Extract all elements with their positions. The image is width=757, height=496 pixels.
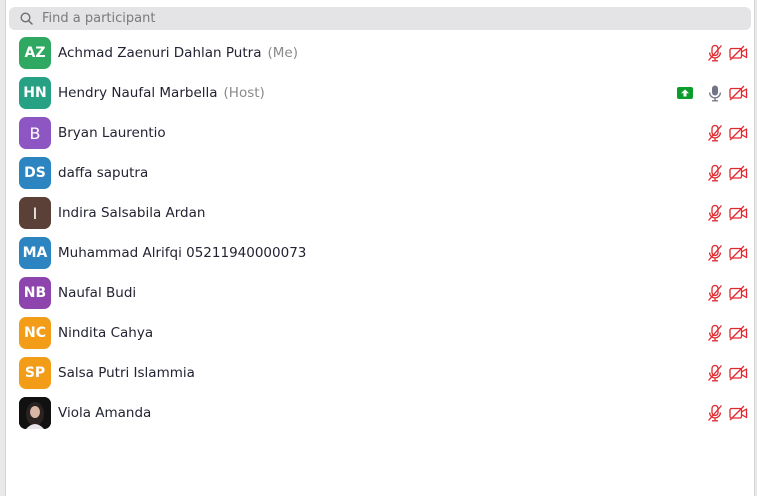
avatar: I xyxy=(19,197,51,229)
mic-muted-icon xyxy=(707,164,723,182)
video-off-icon xyxy=(729,285,748,301)
participant-row[interactable]: NB Naufal Budi xyxy=(6,273,754,313)
video-off-icon xyxy=(729,125,748,141)
avatar: DS xyxy=(19,157,51,189)
participant-status-icons xyxy=(707,404,748,422)
avatar: AZ xyxy=(19,37,51,69)
participant-status-icons xyxy=(677,84,748,102)
participant-name-container: Hendry Naufal Marbella (Host) xyxy=(58,85,265,101)
participant-status-icons xyxy=(707,164,748,182)
participant-name-container: daffa saputra xyxy=(58,165,148,181)
participant-row[interactable]: Viola Amanda xyxy=(6,393,754,433)
mic-muted-icon xyxy=(707,324,723,342)
avatar: MA xyxy=(19,237,51,269)
video-off-icon xyxy=(729,45,748,61)
mic-muted-icon xyxy=(707,404,723,422)
mic-muted-icon xyxy=(707,44,723,62)
participant-row[interactable]: DS daffa saputra xyxy=(6,153,754,193)
participant-role: (Host) xyxy=(223,85,265,101)
mic-icon xyxy=(707,84,723,102)
participant-status-icons xyxy=(707,364,748,382)
participant-row[interactable]: SP Salsa Putri Islammia xyxy=(6,353,754,393)
avatar: HN xyxy=(19,77,51,109)
video-off-icon xyxy=(729,325,748,341)
participant-name-container: Indira Salsabila Ardan xyxy=(58,205,205,221)
participant-name: daffa saputra xyxy=(58,165,149,181)
participant-status-icons xyxy=(707,324,748,342)
video-off-icon xyxy=(729,365,748,381)
video-off-icon xyxy=(729,245,748,261)
search-input[interactable] xyxy=(42,11,722,26)
participant-name-container: Viola Amanda xyxy=(58,405,151,421)
video-off-icon xyxy=(729,205,748,221)
video-off-icon xyxy=(729,165,748,181)
participant-row[interactable]: B Bryan Laurentio xyxy=(6,113,754,153)
participant-status-icons xyxy=(707,44,748,62)
participant-name: Bryan Laurentio xyxy=(58,125,166,141)
participant-name-container: Naufal Budi xyxy=(58,285,136,301)
participant-name: Salsa Putri Islammia xyxy=(58,365,195,381)
mic-muted-icon xyxy=(707,244,723,262)
participant-row[interactable]: HN Hendry Naufal Marbella (Host) xyxy=(6,73,754,113)
participant-name: Viola Amanda xyxy=(58,405,152,421)
avatar: SP xyxy=(19,357,51,389)
participant-name: Indira Salsabila Ardan xyxy=(58,205,206,221)
participant-name-container: Muhammad Alrifqi 05211940000073 xyxy=(58,245,306,261)
participant-status-icons xyxy=(707,244,748,262)
participant-name: Nindita Cahya xyxy=(58,325,154,341)
participant-name: Muhammad Alrifqi 05211940000073 xyxy=(58,245,307,261)
participant-row[interactable]: I Indira Salsabila Ardan xyxy=(6,193,754,233)
participant-row[interactable]: NC Nindita Cahya xyxy=(6,313,754,353)
video-off-icon xyxy=(729,85,748,101)
participant-name-container: Nindita Cahya xyxy=(58,325,153,341)
share-screen-icon xyxy=(677,87,693,99)
participant-name: Naufal Budi xyxy=(58,285,137,301)
participants-panel: AZ Achmad Zaenuri Dahlan Putra (Me) HN Hendr… xyxy=(5,0,755,496)
participant-status-icons xyxy=(707,284,748,302)
video-off-icon xyxy=(729,405,748,421)
mic-muted-icon xyxy=(707,364,723,382)
participant-role: (Me) xyxy=(267,45,298,61)
participant-name-container: Achmad Zaenuri Dahlan Putra (Me) xyxy=(58,45,298,61)
search-bar[interactable] xyxy=(9,7,751,30)
participant-name: Hendry Naufal Marbella xyxy=(58,85,218,101)
participant-status-icons xyxy=(707,204,748,222)
participant-name-container: Bryan Laurentio xyxy=(58,125,166,141)
participant-status-icons xyxy=(707,124,748,142)
participant-name-container: Salsa Putri Islammia xyxy=(58,365,195,381)
mic-muted-icon xyxy=(707,204,723,222)
search-icon xyxy=(20,12,34,26)
participant-row[interactable]: AZ Achmad Zaenuri Dahlan Putra (Me) xyxy=(6,33,754,73)
avatar: NB xyxy=(19,277,51,309)
participant-name: Achmad Zaenuri Dahlan Putra xyxy=(58,45,262,61)
participant-list: AZ Achmad Zaenuri Dahlan Putra (Me) HN Hendr… xyxy=(6,33,754,433)
mic-muted-icon xyxy=(707,284,723,302)
mic-muted-icon xyxy=(707,124,723,142)
avatar: NC xyxy=(19,317,51,349)
avatar: B xyxy=(19,117,51,149)
participant-row[interactable]: MA Muhammad Alrifqi 05211940000073 xyxy=(6,233,754,273)
avatar xyxy=(19,397,51,429)
